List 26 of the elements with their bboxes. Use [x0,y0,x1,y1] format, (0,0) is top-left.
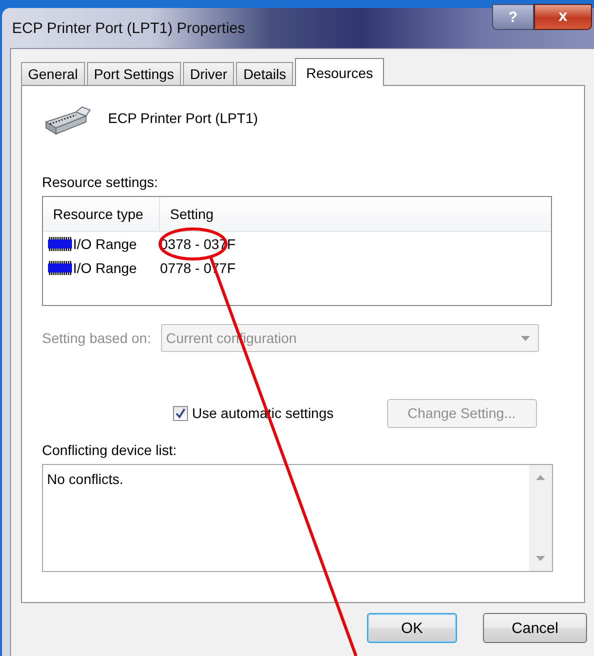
scroll-up-icon[interactable] [536,475,545,480]
field-label: Setting based on: [42,330,151,346]
dialog-button[interactable]: Cancel [483,613,587,643]
conflict-message: No conflicts. [47,471,124,487]
chip-icon [48,237,72,251]
column-header[interactable]: Resource type [43,197,160,231]
close-button[interactable]: x [534,4,592,30]
scroll-down-icon[interactable] [536,556,545,561]
section-label: Conflicting device list: [42,442,178,458]
tab[interactable]: Port Settings [86,62,181,85]
table-cell[interactable]: I/O Range [73,260,137,276]
tab[interactable]: Driver [182,62,234,85]
section-label: Resource settings: [42,174,159,190]
scrollbar[interactable] [529,465,552,571]
port-connector-icon [42,104,92,136]
tab[interactable]: Resources [295,58,384,86]
tab[interactable]: General [21,62,85,85]
column-header[interactable]: Setting [160,197,214,231]
chip-icon [48,261,72,275]
window-title: ECP Printer Port (LPT1) Properties [11,20,246,36]
checkbox[interactable] [173,406,188,420]
dropdown-arrow-icon [520,336,530,340]
table-cell[interactable]: I/O Range [73,236,137,252]
dialog-button[interactable]: OK [367,613,457,643]
tab[interactable]: Details [236,62,294,85]
device-name: ECP Printer Port (LPT1) [108,110,258,126]
